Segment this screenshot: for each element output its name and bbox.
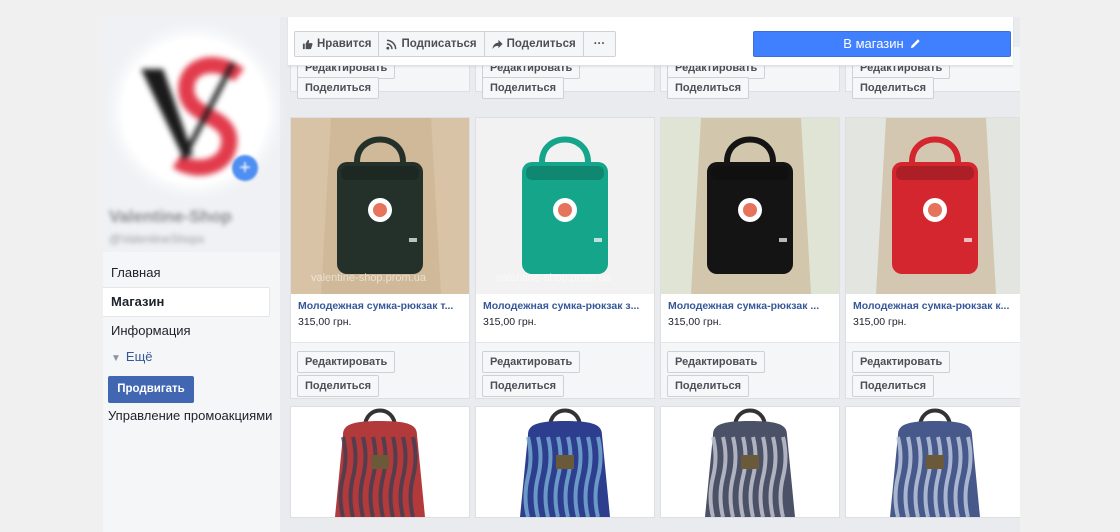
page-action-bar: Нравится Подписаться Поделиться ··· В ма… — [288, 17, 1013, 66]
ellipsis-icon: ··· — [593, 38, 606, 50]
product-card[interactable]: Молодежная сумка-рюкзак ... 315,00 грн. … — [660, 117, 840, 399]
product-card[interactable]: valentine-shop.prom.ua Молодежная сумка-… — [475, 117, 655, 399]
product-actions: Редактировать Поделиться — [661, 342, 839, 398]
add-photo-icon[interactable]: + — [232, 155, 258, 181]
edit-button[interactable]: Редактировать — [667, 351, 766, 373]
nav-more-label: Ещё — [125, 349, 153, 364]
go-to-shop-button[interactable]: В магазин — [753, 31, 1011, 57]
product-title[interactable]: Молодежная сумка-рюкзак з... — [483, 300, 647, 312]
page-name[interactable]: Valentine-Shop — [109, 207, 232, 227]
nav-more[interactable]: ▼ Ещё — [103, 345, 280, 369]
follow-label: Подписаться — [401, 38, 477, 50]
shop-section: Редактировать Поделиться Редактировать П… — [280, 17, 1020, 532]
product-info: Молодежная сумка-рюкзак ... 315,00 грн. — [661, 294, 839, 342]
product-card[interactable]: Молодежная сумка-рюкзак к... 315,00 грн.… — [845, 117, 1020, 399]
page-handle[interactable]: @ValentineShopx — [109, 232, 204, 246]
product-title[interactable]: Молодежная сумка-рюкзак т... — [298, 300, 462, 312]
page-nav: Главная Магазин Информация ▼ Ещё — [103, 259, 280, 369]
product-image[interactable] — [476, 407, 654, 517]
edit-button[interactable]: Редактировать — [482, 351, 581, 373]
pencil-icon — [910, 33, 921, 57]
edit-button[interactable]: Редактировать — [852, 351, 951, 373]
nav-item-shop[interactable]: Магазин — [103, 287, 270, 317]
share-product-button[interactable]: Поделиться — [482, 375, 565, 397]
product-card[interactable] — [290, 406, 470, 518]
watermark-text: valentine-shop.prom.ua — [311, 272, 426, 284]
action-button-group: Нравится Подписаться Поделиться ··· — [294, 31, 617, 57]
promote-button[interactable]: Продвигать — [108, 376, 194, 403]
share-product-button[interactable]: Поделиться — [852, 375, 935, 397]
thumbs-up-icon — [302, 39, 313, 50]
product-image[interactable]: valentine-shop.prom.ua — [476, 118, 654, 294]
product-actions: Редактировать Поделиться — [291, 342, 469, 398]
share-arrow-icon — [492, 39, 503, 50]
share-product-button[interactable]: Поделиться — [297, 77, 380, 99]
follow-button[interactable]: Подписаться — [379, 32, 485, 56]
share-product-button[interactable]: Поделиться — [852, 77, 935, 99]
nav-item-info[interactable]: Информация — [103, 317, 280, 345]
manage-promotions-link[interactable]: Управление промоакциями — [108, 408, 272, 423]
product-image[interactable]: valentine-shop.prom.ua — [291, 118, 469, 294]
profile-area: + Valentine-Shop @ValentineShopx — [103, 17, 280, 252]
product-actions: Редактировать Поделиться — [846, 342, 1020, 398]
product-info: Молодежная сумка-рюкзак т... 315,00 грн. — [291, 294, 469, 342]
nav-item-home[interactable]: Главная — [103, 259, 280, 287]
like-label: Нравится — [317, 38, 372, 50]
share-label: Поделиться — [506, 38, 576, 50]
product-card[interactable]: valentine-shop.prom.ua Молодежная сумка-… — [290, 117, 470, 399]
share-product-button[interactable]: Поделиться — [667, 375, 750, 397]
product-row-1: valentine-shop.prom.ua Молодежная сумка-… — [290, 117, 1020, 399]
product-row-2 — [290, 406, 1020, 518]
share-product-button[interactable]: Поделиться — [482, 77, 565, 99]
rss-icon — [386, 39, 397, 50]
left-sidebar: + Valentine-Shop @ValentineShopx Главная… — [103, 17, 280, 532]
product-title[interactable]: Молодежная сумка-рюкзак к... — [853, 300, 1017, 312]
product-actions: Редактировать Поделиться — [476, 342, 654, 398]
product-price: 315,00 грн. — [853, 316, 907, 328]
product-card[interactable] — [845, 406, 1020, 518]
product-title[interactable]: Молодежная сумка-рюкзак ... — [668, 300, 832, 312]
edit-button[interactable]: Редактировать — [297, 351, 396, 373]
product-price: 315,00 грн. — [483, 316, 537, 328]
product-card[interactable] — [475, 406, 655, 518]
product-info: Молодежная сумка-рюкзак к... 315,00 грн. — [846, 294, 1020, 342]
product-card[interactable] — [660, 406, 840, 518]
product-image[interactable] — [846, 118, 1020, 294]
facebook-page: + Valentine-Shop @ValentineShopx Главная… — [103, 17, 1020, 532]
product-image[interactable] — [661, 118, 839, 294]
share-product-button[interactable]: Поделиться — [667, 77, 750, 99]
product-image[interactable] — [846, 407, 1020, 517]
watermark-text: valentine-shop.prom.ua — [496, 272, 611, 284]
caret-down-icon: ▼ — [111, 353, 121, 364]
product-info: Молодежная сумка-рюкзак з... 315,00 грн. — [476, 294, 654, 342]
share-product-button[interactable]: Поделиться — [297, 375, 380, 397]
product-image[interactable] — [291, 407, 469, 517]
shop-button-label: В магазин — [843, 36, 904, 51]
like-button[interactable]: Нравится — [295, 32, 380, 56]
more-options-button[interactable]: ··· — [584, 32, 616, 56]
product-price: 315,00 грн. — [668, 316, 722, 328]
product-image[interactable] — [661, 407, 839, 517]
product-price: 315,00 грн. — [298, 316, 352, 328]
share-page-button[interactable]: Поделиться — [485, 32, 584, 56]
